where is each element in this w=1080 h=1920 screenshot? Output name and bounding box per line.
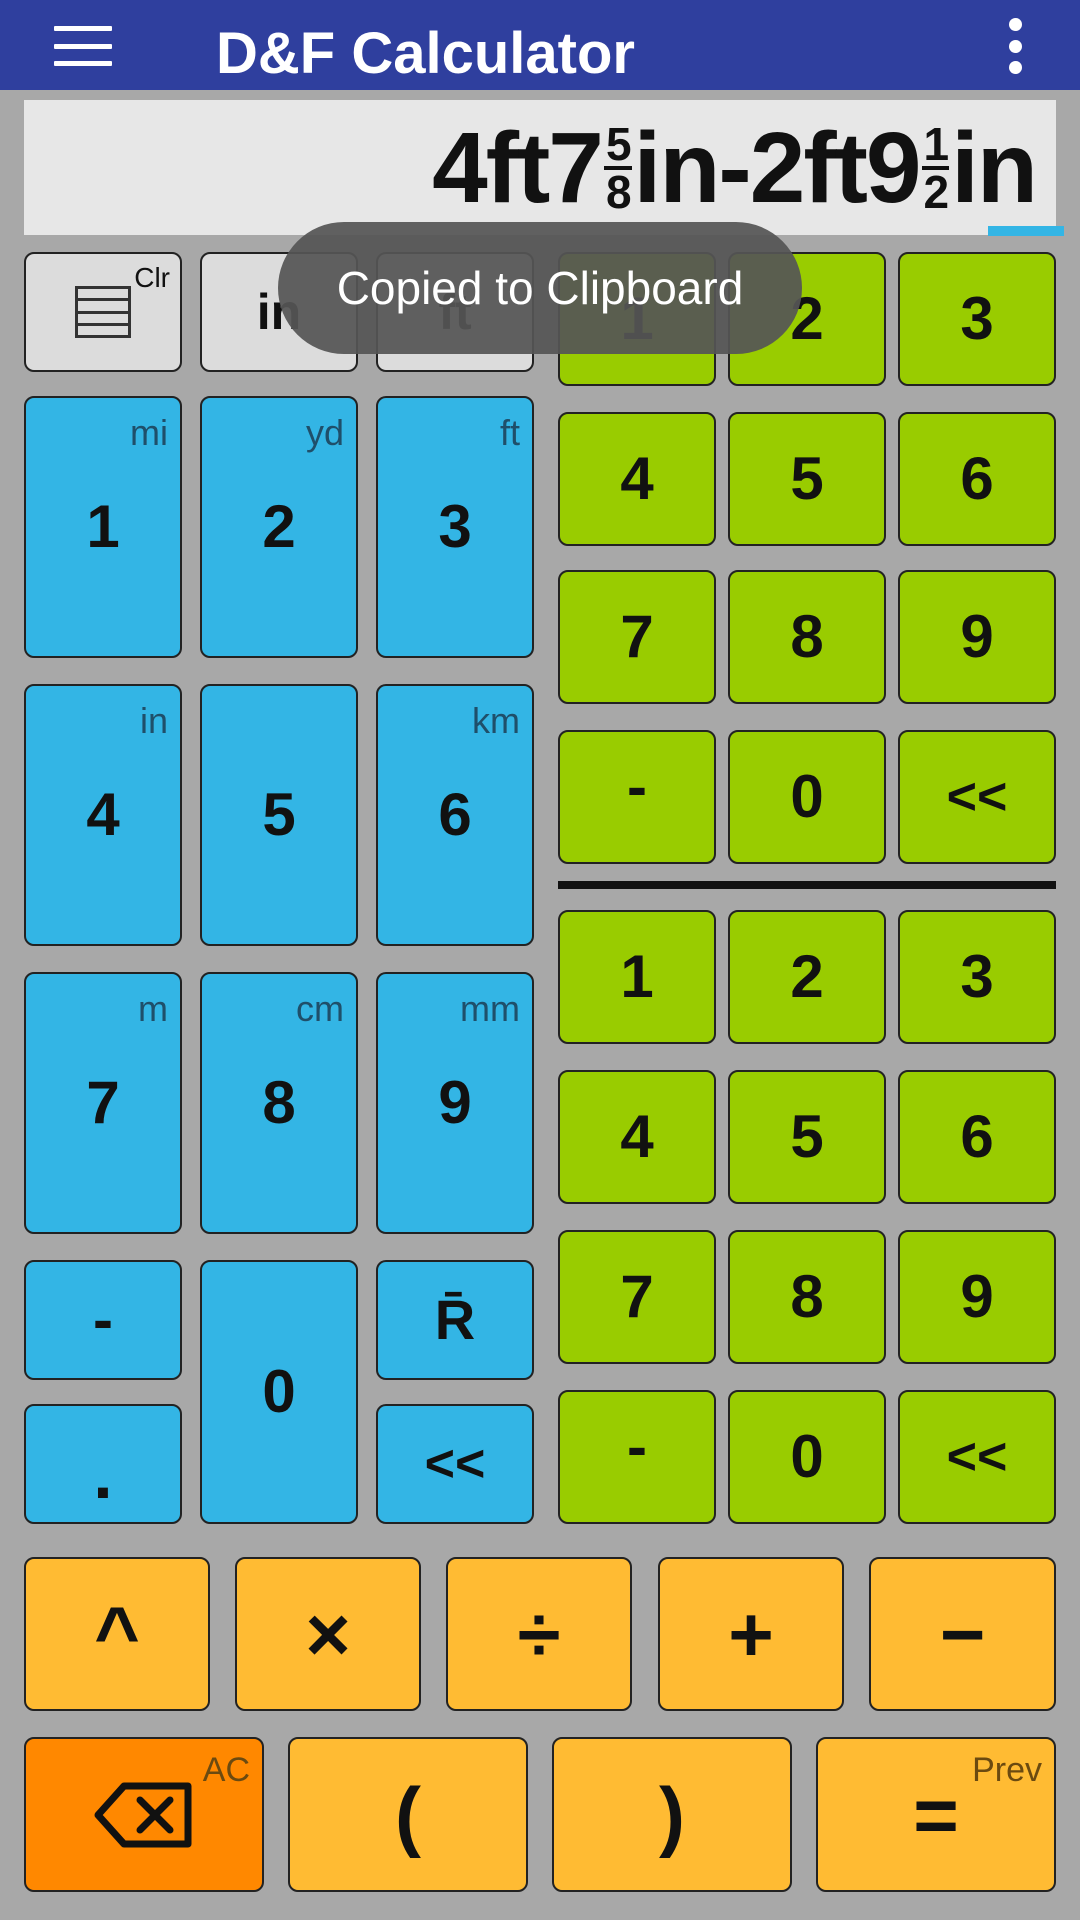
green-lower-key-3[interactable]: 3: [898, 910, 1056, 1044]
list-icon: [75, 286, 131, 338]
menu-icon[interactable]: [54, 26, 112, 66]
green-lower-key-5[interactable]: 5: [728, 1070, 886, 1204]
green-upper-key-7[interactable]: 7: [558, 570, 716, 704]
power-button[interactable]: ^: [24, 1557, 210, 1711]
green-lower-key-2[interactable]: 2: [728, 910, 886, 1044]
blue-key-4[interactable]: 4 in: [24, 684, 182, 946]
green-upper-key-6[interactable]: 6: [898, 412, 1056, 546]
blue-key-1[interactable]: 1 mi: [24, 396, 182, 658]
green-upper-key-3[interactable]: 3: [898, 252, 1056, 386]
clear-list-button[interactable]: Clr: [24, 252, 182, 372]
expression-display[interactable]: 4ft7 5 8 in-2ft9 1 2 in: [24, 100, 1056, 235]
plus-button[interactable]: +: [658, 1557, 844, 1711]
open-paren-button[interactable]: (: [288, 1737, 528, 1892]
green-upper-key-9[interactable]: 9: [898, 570, 1056, 704]
green-lower-key-6[interactable]: 6: [898, 1070, 1056, 1204]
blue-key-7[interactable]: 7 m: [24, 972, 182, 1234]
green-lower-backspace-button[interactable]: <<: [898, 1390, 1056, 1524]
green-upper-minus-button[interactable]: -: [558, 730, 716, 864]
green-upper-key-5[interactable]: 5: [728, 412, 886, 546]
more-options-icon[interactable]: [1000, 18, 1030, 74]
green-lower-key-7[interactable]: 7: [558, 1230, 716, 1364]
green-lower-key-4[interactable]: 4: [558, 1070, 716, 1204]
divide-button[interactable]: ÷: [446, 1557, 632, 1711]
toast-message: Copied to Clipboard: [278, 222, 802, 354]
backspace-ac-button[interactable]: AC: [24, 1737, 264, 1892]
app-title: D&F Calculator: [216, 21, 635, 86]
app-bar: D&F Calculator: [0, 0, 1080, 90]
green-upper-key-8[interactable]: 8: [728, 570, 886, 704]
green-lower-key-9[interactable]: 9: [898, 1230, 1056, 1364]
blue-key-9[interactable]: 9 mm: [376, 972, 534, 1234]
green-lower-key-0[interactable]: 0: [728, 1390, 886, 1524]
green-upper-key-0[interactable]: 0: [728, 730, 886, 864]
fraction-divider-line: [558, 881, 1056, 889]
blue-key-5[interactable]: 5: [200, 684, 358, 946]
blue-decimal-button[interactable]: .: [24, 1404, 182, 1524]
blue-backspace-button[interactable]: <<: [376, 1404, 534, 1524]
backspace-icon: [94, 1782, 192, 1847]
fraction-5-8: 5 8: [603, 117, 632, 218]
green-upper-key-4[interactable]: 4: [558, 412, 716, 546]
blue-key-3[interactable]: 3 ft: [376, 396, 534, 658]
close-paren-button[interactable]: ): [552, 1737, 792, 1892]
equals-button[interactable]: = Prev: [816, 1737, 1056, 1892]
fraction-1-2: 1 2: [921, 117, 950, 218]
green-lower-key-1[interactable]: 1: [558, 910, 716, 1044]
green-lower-key-8[interactable]: 8: [728, 1230, 886, 1364]
text-cursor: [988, 226, 1064, 236]
expression-text: 4ft7 5 8 in-2ft9 1 2 in: [432, 111, 1038, 224]
blue-key-2[interactable]: 2 yd: [200, 396, 358, 658]
multiply-button[interactable]: ×: [235, 1557, 421, 1711]
blue-key-6[interactable]: 6 km: [376, 684, 534, 946]
blue-key-8[interactable]: 8 cm: [200, 972, 358, 1234]
green-lower-minus-button[interactable]: -: [558, 1390, 716, 1524]
blue-minus-button[interactable]: -: [24, 1260, 182, 1380]
green-upper-backspace-button[interactable]: <<: [898, 730, 1056, 864]
recall-button[interactable]: R̄: [376, 1260, 534, 1380]
minus-button[interactable]: −: [869, 1557, 1056, 1711]
blue-key-0[interactable]: 0: [200, 1260, 358, 1524]
